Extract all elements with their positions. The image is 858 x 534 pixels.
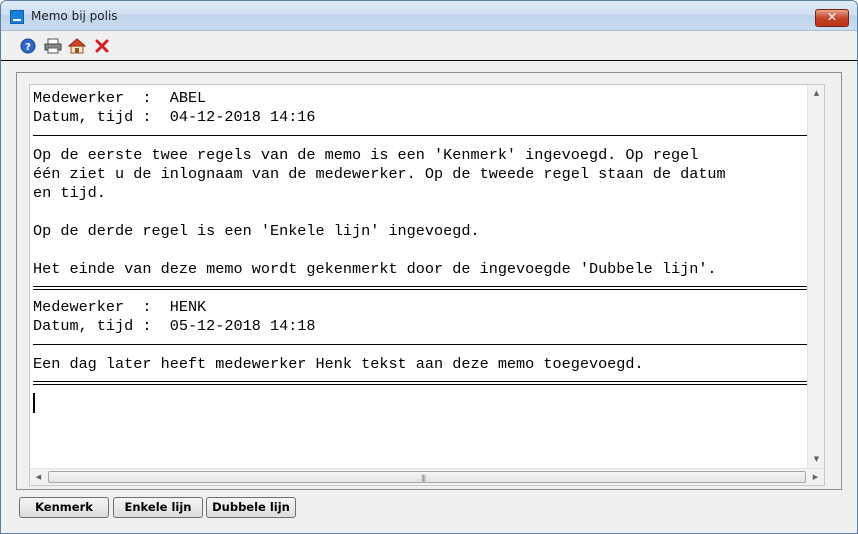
memo-line: Een dag later heeft medewerker Henk teks… [33, 355, 644, 373]
scroll-left-icon[interactable]: ◀ [30, 469, 47, 486]
memo-line: Het einde van deze memo wordt gekenmerkt… [33, 260, 717, 278]
app-icon [10, 10, 24, 24]
memo-line [33, 203, 807, 222]
memo-line: Op de derde regel is een 'Enkele lijn' i… [33, 222, 480, 240]
memo-text[interactable]: Medewerker : ABEL Datum, tijd : 04-12-201… [33, 89, 807, 459]
memo-line: Medewerker : HENK [33, 298, 207, 316]
kenmerk-button[interactable]: Kenmerk [19, 497, 109, 518]
single-line-separator [33, 336, 807, 355]
memo-line: Op de eerste twee regels van de memo is … [33, 146, 699, 164]
window-close-button[interactable]: ✕ [815, 9, 849, 27]
memo-line: Datum, tijd : 04-12-2018 14:16 [33, 108, 316, 126]
memo-line: Medewerker : ABEL [33, 89, 207, 107]
vertical-scrollbar[interactable]: ▲ ▼ [807, 85, 824, 468]
scroll-down-icon[interactable]: ▼ [808, 451, 825, 468]
grip-icon: ||| [421, 474, 426, 482]
print-icon[interactable] [44, 38, 62, 54]
memo-line: één ziet u de inlognaam van de medewerke… [33, 165, 726, 183]
scroll-up-icon[interactable]: ▲ [808, 85, 825, 102]
scroll-right-icon[interactable]: ▶ [807, 469, 824, 486]
help-icon[interactable]: ? [19, 38, 37, 54]
single-line-separator [33, 127, 807, 146]
home-icon[interactable] [68, 38, 86, 54]
memo-line: Datum, tijd : 05-12-2018 14:18 [33, 317, 316, 335]
memo-line [33, 241, 807, 260]
double-line-separator [33, 279, 807, 298]
horizontal-scroll-thumb[interactable]: ||| [48, 471, 806, 483]
toolbar: ? [1, 31, 857, 61]
horizontal-scrollbar[interactable]: ◀ ||| ▶ [30, 468, 824, 485]
memo-window: Memo bij polis ✕ ? Medewerker : ABEL Datu… [0, 0, 858, 534]
svg-text:?: ? [25, 42, 31, 53]
window-title: Memo bij polis [31, 9, 118, 23]
close-icon[interactable] [93, 38, 111, 54]
double-line-separator [33, 374, 807, 393]
title-bar[interactable]: Memo bij polis ✕ [1, 1, 857, 31]
memo-line: en tijd. [33, 184, 106, 202]
text-cursor [33, 393, 35, 413]
enkele-lijn-button[interactable]: Enkele lijn [113, 497, 203, 518]
dubbele-lijn-button[interactable]: Dubbele lijn [206, 497, 296, 518]
memo-editor[interactable]: Medewerker : ABEL Datum, tijd : 04-12-201… [29, 84, 825, 486]
